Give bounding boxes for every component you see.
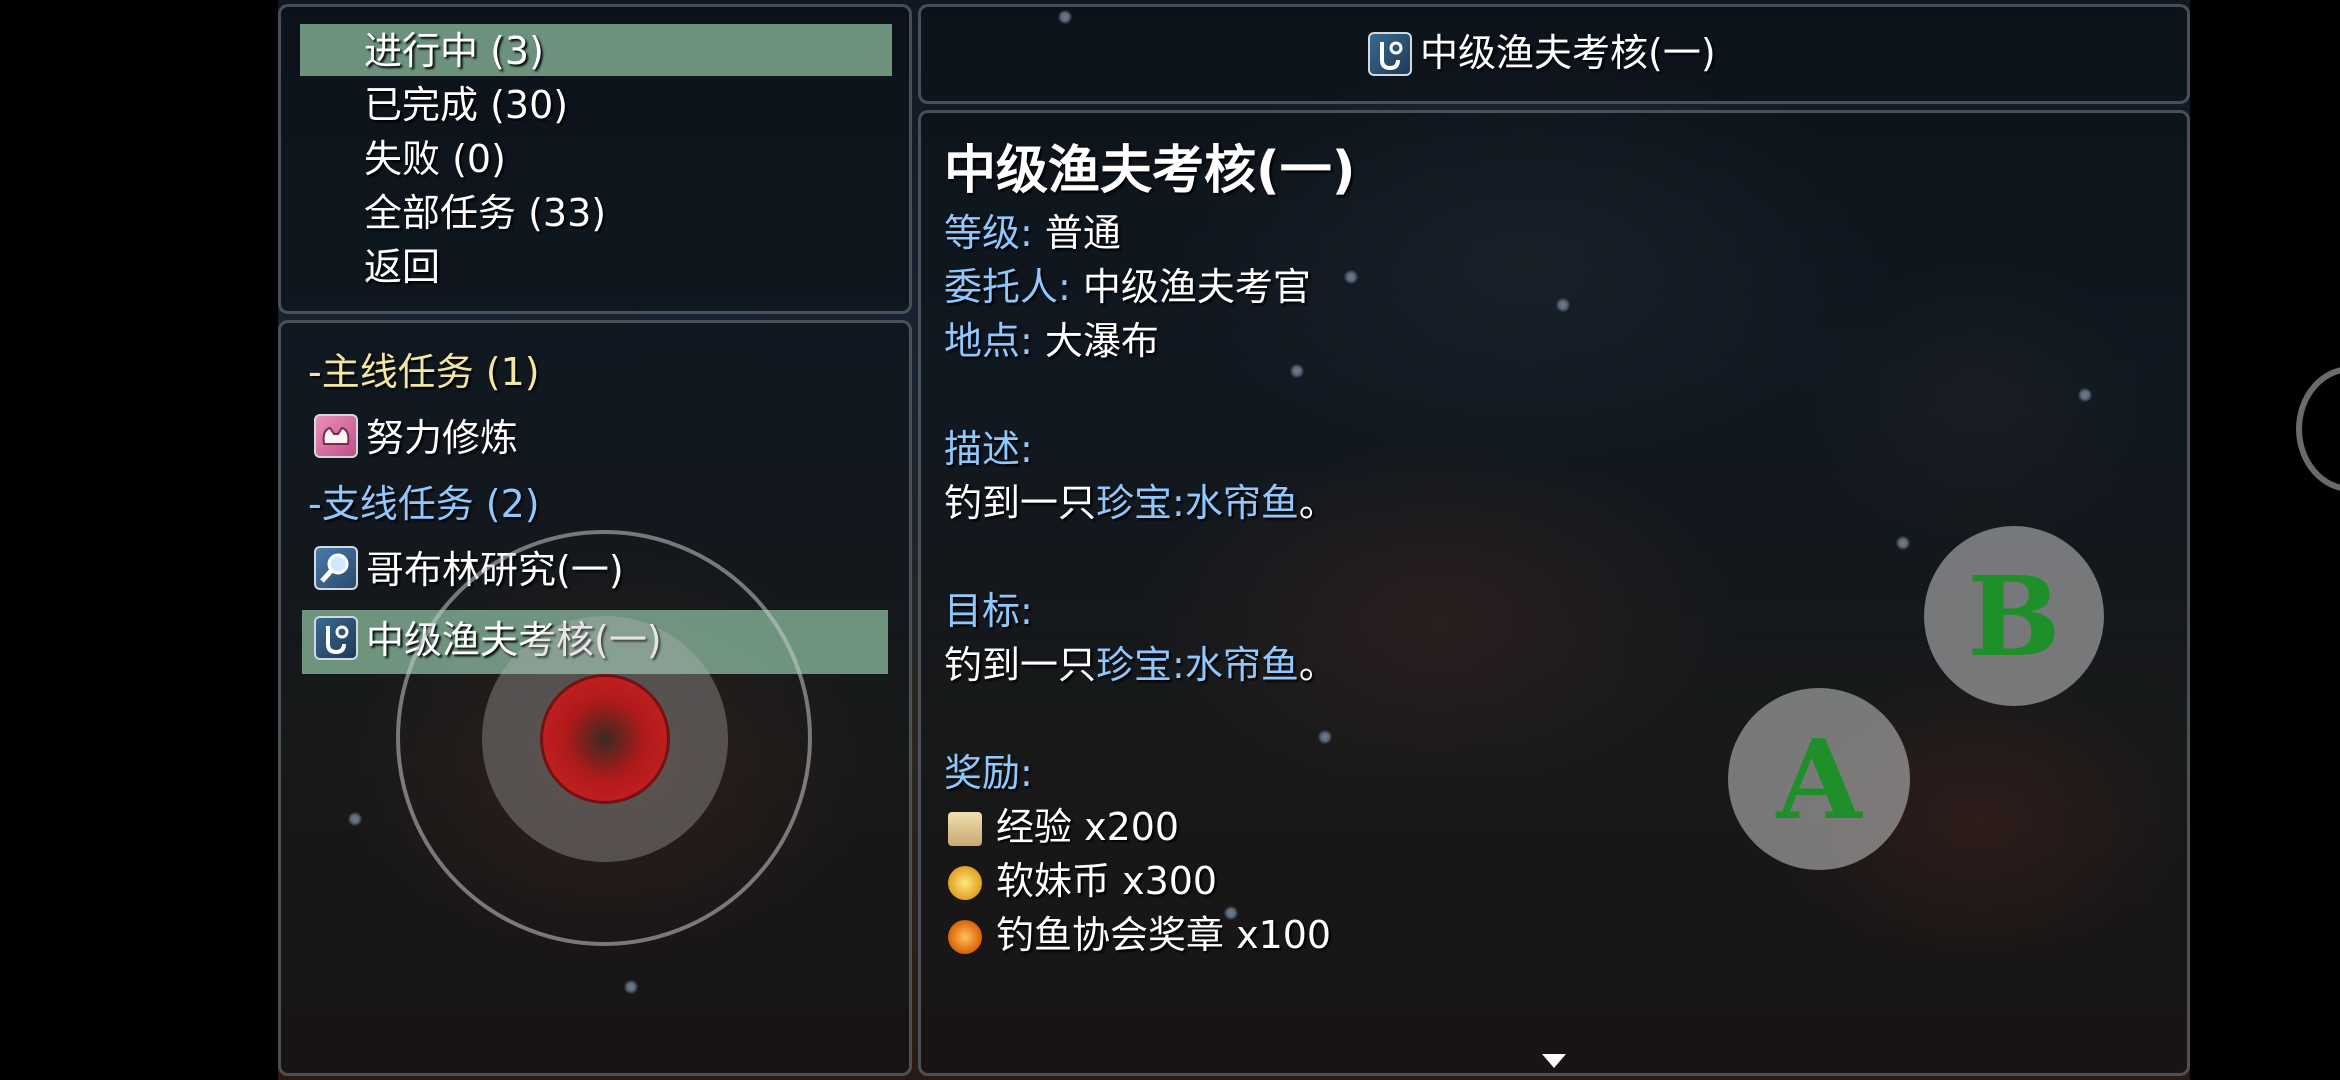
reward-exp: 经验 x200	[996, 805, 1180, 849]
goal-text: 钓到一只珍宝:水帘鱼。	[944, 638, 1337, 692]
menu-item-completed[interactable]: 已完成 (30)	[364, 80, 568, 130]
category-side-quests[interactable]: -支线任务 (2)	[308, 476, 540, 532]
fishing-hook-icon	[314, 616, 358, 660]
quest-level: 等级: 普通	[944, 206, 1121, 260]
goal-item: 珍宝:水帘鱼	[1096, 643, 1299, 687]
a-button[interactable]: A	[1728, 688, 1910, 870]
goal-prefix: 钓到一只	[944, 643, 1097, 687]
client-value: 中级渔夫考官	[1082, 265, 1311, 309]
description-text: 钓到一只珍宝:水帘鱼。	[944, 476, 1337, 530]
menu-item-back[interactable]: 返回	[364, 242, 440, 292]
fishing-hook-icon	[1368, 32, 1412, 76]
goal-label: 目标:	[944, 589, 1033, 633]
category-main-quests[interactable]: -主线任务 (1)	[308, 344, 540, 400]
client-label: 委托人:	[944, 265, 1071, 309]
description-prefix: 钓到一只	[944, 481, 1097, 525]
location-label: 地点:	[944, 319, 1033, 363]
level-label: 等级:	[944, 211, 1033, 255]
menu-item-all-quests[interactable]: 全部任务 (33)	[364, 188, 606, 238]
menu-item-failed[interactable]: 失败 (0)	[364, 134, 506, 184]
b-button[interactable]: B	[1924, 526, 2104, 706]
medal-icon	[948, 920, 982, 954]
location-value: 大瀑布	[1044, 319, 1159, 363]
quest-title: 中级渔夫考核(一)	[944, 141, 1356, 201]
magnifier-icon	[314, 546, 358, 590]
scroll-down-indicator[interactable]	[1542, 1054, 1566, 1068]
header-title: 中级渔夫考核(一)	[1420, 31, 1716, 75]
virtual-joystick-knob[interactable]	[540, 674, 670, 804]
coins-icon	[948, 866, 982, 900]
menu-item-in-progress[interactable]: 进行中 (3)	[364, 26, 544, 76]
reward-coins: 软妹币 x300	[996, 859, 1218, 903]
quest-item-training[interactable]: 努力修炼	[366, 410, 518, 466]
side-menu-handle[interactable]	[2296, 366, 2340, 492]
description-suffix: 。	[1298, 481, 1337, 525]
quest-location: 地点: 大瀑布	[944, 314, 1159, 368]
goal-suffix: 。	[1298, 643, 1337, 687]
description-label: 描述:	[944, 427, 1033, 471]
quest-client: 委托人: 中级渔夫考官	[944, 260, 1311, 314]
rewards-label: 奖励:	[944, 751, 1033, 795]
level-value: 普通	[1044, 211, 1121, 255]
description-item: 珍宝:水帘鱼	[1096, 481, 1299, 525]
reward-medal: 钓鱼协会奖章 x100	[996, 913, 1332, 957]
scroll-icon	[948, 812, 982, 846]
muscle-icon	[314, 414, 358, 458]
